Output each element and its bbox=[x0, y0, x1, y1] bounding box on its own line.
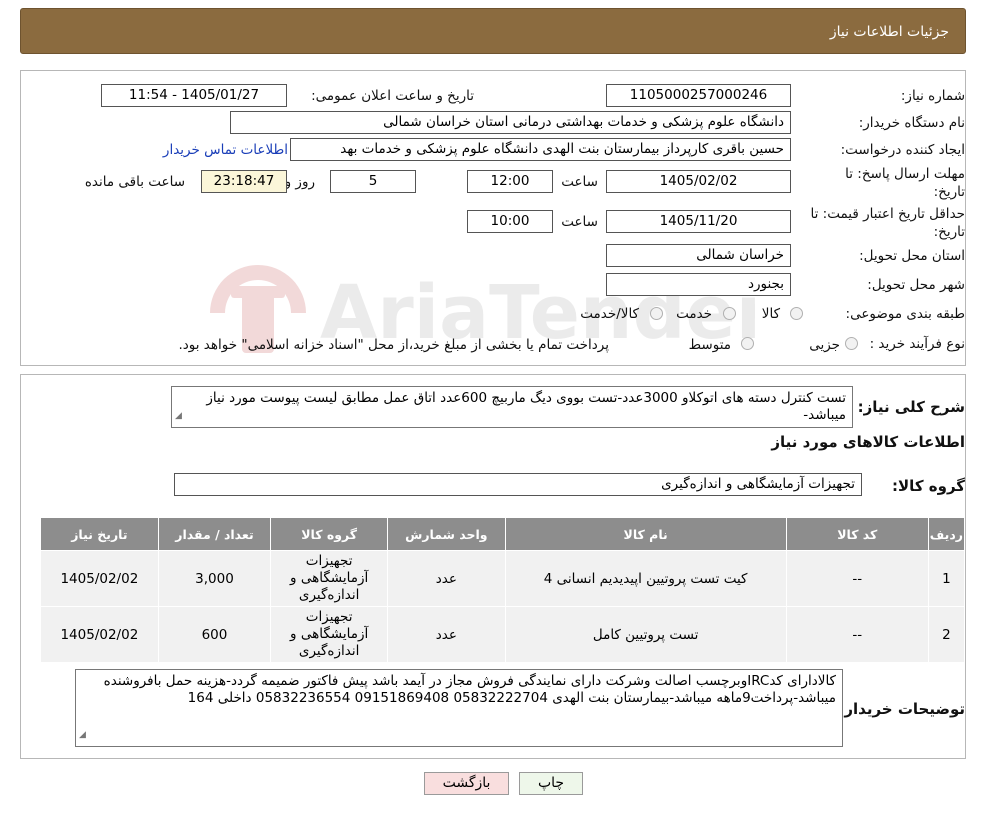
category-goods-service-label: کالا/خدمت bbox=[580, 306, 639, 322]
process-payment-note: پرداخت تمام یا بخشی از مبلغ خرید،از محل … bbox=[178, 337, 609, 353]
summary-textarea[interactable]: تست کنترل دسته های اتوکلاو 3000عدد-تست ب… bbox=[171, 386, 853, 428]
announce-label: تاریخ و ساعت اعلان عمومی: bbox=[311, 88, 474, 104]
goods-group-field: تجهیزات آزمایشگاهی و اندازه‌گیری bbox=[174, 473, 862, 496]
cell-name: تست پروتیین کامل bbox=[504, 606, 787, 663]
city-field: بجنورد bbox=[606, 273, 791, 296]
cell-date: 1405/02/02 bbox=[40, 550, 159, 607]
reply-time-field: 12:00 bbox=[467, 170, 553, 193]
cell-date: 1405/02/02 bbox=[40, 606, 159, 663]
col-date: تاریخ نیاز bbox=[40, 517, 159, 551]
summary-text: تست کنترل دسته های اتوکلاو 3000عدد-تست ب… bbox=[206, 390, 846, 423]
cell-code: -- bbox=[785, 550, 929, 607]
days-remaining-field: 5 bbox=[330, 170, 416, 193]
buyer-notes-textarea[interactable]: کالادارای کدIRCوبرچسب اصالت وشرکت دارای … bbox=[75, 669, 843, 747]
col-unit: واحد شمارش bbox=[387, 517, 506, 551]
cell-group: تجهیزات آزمایشگاهی و اندازه‌گیری bbox=[270, 606, 389, 663]
table-row: 2 -- تست پروتیین کامل عدد تجهیزات آزمایش… bbox=[40, 606, 966, 663]
cell-row: 2 bbox=[927, 606, 966, 663]
resize-grip-icon: ◢ bbox=[175, 411, 182, 421]
cell-unit: عدد bbox=[387, 550, 506, 607]
category-goods-radio[interactable] bbox=[790, 307, 803, 320]
validity-date-field: 1405/11/20 bbox=[606, 210, 791, 233]
days-label: روز و bbox=[284, 174, 315, 190]
category-label: طبقه بندی موضوعی: bbox=[845, 306, 965, 322]
buyer-notes-text: کالادارای کدIRCوبرچسب اصالت وشرکت دارای … bbox=[103, 673, 836, 706]
process-type-label: نوع فرآیند خرید : bbox=[869, 336, 965, 352]
province-field: خراسان شمالی bbox=[606, 244, 791, 267]
province-label: استان محل تحویل: bbox=[859, 248, 965, 264]
summary-label: شرح کلی نیاز: bbox=[857, 398, 965, 416]
category-service-radio[interactable] bbox=[723, 307, 736, 320]
cell-code: -- bbox=[785, 606, 929, 663]
reply-deadline-label: مهلت ارسال پاسخ: تا bbox=[845, 166, 965, 182]
buyer-contact-link[interactable]: اطلاعات تماس خریدار bbox=[163, 142, 288, 158]
category-service-label: خدمت bbox=[676, 306, 712, 322]
cell-name: کیت تست پروتیین اپیدیدیم انسانی 4 bbox=[504, 550, 787, 607]
table-row: 1 -- کیت تست پروتیین اپیدیدیم انسانی 4 ع… bbox=[40, 550, 966, 607]
remaining-time-field: 23:18:47 bbox=[201, 170, 287, 193]
process-medium-label: متوسط bbox=[688, 337, 731, 353]
validity-time-label: ساعت bbox=[561, 214, 598, 230]
category-goods-service-radio[interactable] bbox=[650, 307, 663, 320]
cell-row: 1 bbox=[927, 550, 966, 607]
goods-info-title: اطلاعات کالاهای مورد نیاز bbox=[771, 433, 965, 451]
process-minor-label: جزیی bbox=[809, 337, 840, 353]
validity-label: حداقل تاریخ اعتبار قیمت: تا bbox=[810, 206, 965, 222]
buyer-notes-label: توضیحات خریدار: bbox=[838, 700, 965, 718]
resize-grip-icon: ◢ bbox=[79, 730, 86, 740]
table-header-row: ردیف کد کالا نام کالا واحد شمارش گروه کا… bbox=[40, 517, 966, 551]
back-button[interactable]: بازگشت bbox=[424, 772, 509, 795]
cell-qty: 600 bbox=[157, 606, 272, 663]
reply-date-field: 1405/02/02 bbox=[606, 170, 791, 193]
col-code: کد کالا bbox=[785, 517, 929, 551]
buyer-org-field: دانشگاه علوم پزشکی و خدمات بهداشتی درمان… bbox=[230, 111, 791, 134]
reply-deadline-label-line2: تاریخ: bbox=[933, 184, 965, 200]
process-medium-radio[interactable] bbox=[741, 337, 754, 350]
need-number-field: 1105000257000246 bbox=[606, 84, 791, 107]
city-label: شهر محل تحویل: bbox=[867, 277, 965, 293]
col-name: نام کالا bbox=[504, 517, 787, 551]
col-row: ردیف bbox=[927, 517, 966, 551]
page-header: جزئیات اطلاعات نیاز bbox=[20, 8, 966, 54]
requester-label: ایجاد کننده درخواست: bbox=[840, 142, 965, 158]
cell-unit: عدد bbox=[387, 606, 506, 663]
items-table: ردیف کد کالا نام کالا واحد شمارش گروه کا… bbox=[40, 517, 966, 663]
process-minor-radio[interactable] bbox=[845, 337, 858, 350]
category-goods-label: کالا bbox=[761, 306, 780, 322]
cell-group: تجهیزات آزمایشگاهی و اندازه‌گیری bbox=[270, 550, 389, 607]
requester-field: حسین باقری کارپرداز بیمارستان بنت الهدی … bbox=[290, 138, 791, 161]
remaining-time-label: ساعت باقی مانده bbox=[84, 174, 185, 190]
need-number-label: شماره نیاز: bbox=[900, 88, 965, 104]
goods-group-label: گروه کالا: bbox=[892, 477, 965, 495]
validity-label-line2: تاریخ: bbox=[933, 224, 965, 240]
print-button[interactable]: چاپ bbox=[519, 772, 583, 795]
cell-qty: 3,000 bbox=[157, 550, 272, 607]
validity-time-field: 10:00 bbox=[467, 210, 553, 233]
col-qty: تعداد / مقدار bbox=[157, 517, 272, 551]
reply-time-label: ساعت bbox=[561, 174, 598, 190]
announce-datetime-field: 1405/01/27 - 11:54 bbox=[101, 84, 287, 107]
page-title: جزئیات اطلاعات نیاز bbox=[829, 24, 949, 40]
col-group: گروه کالا bbox=[270, 517, 389, 551]
buyer-org-label: نام دستگاه خریدار: bbox=[858, 115, 965, 131]
